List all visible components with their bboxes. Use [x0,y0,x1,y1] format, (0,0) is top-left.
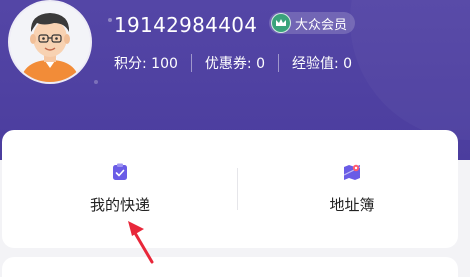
coupons-value: 0 [256,56,265,72]
experience-stat[interactable]: 经验值: 0 [292,53,352,73]
points-stat[interactable]: 积分: 100 [114,53,178,73]
stat-divider [278,54,279,72]
my-express-label: 我的快递 [89,196,150,214]
member-badge[interactable]: 大众会员 [269,12,356,34]
address-book-button[interactable]: 地址簿 [238,130,466,248]
quick-menu-card: 我的快递 地址簿 [2,130,458,248]
user-avatar-icon [10,2,90,82]
coupons-stat[interactable]: 优惠券: 0 [205,53,265,73]
address-book-label: 地址簿 [329,196,375,214]
my-express-button[interactable]: 我的快递 [6,130,234,248]
map-pin-icon [343,164,361,180]
experience-label: 经验值: [292,56,339,72]
member-level: 大众会员 [295,17,348,33]
user-phone: 19142984404 [114,13,258,37]
avatar[interactable] [10,2,90,82]
experience-value: 0 [343,56,353,72]
coupons-label: 优惠券: [204,56,252,72]
clipboard-check-icon [113,163,127,180]
crown-icon [271,13,291,33]
secondary-card [2,257,458,277]
user-stats: 积分: 100 优惠券: 0 经验值: 0 [114,52,352,74]
stat-divider [190,54,192,72]
points-value: 100 [151,56,178,72]
points-label: 积分: [114,56,147,72]
